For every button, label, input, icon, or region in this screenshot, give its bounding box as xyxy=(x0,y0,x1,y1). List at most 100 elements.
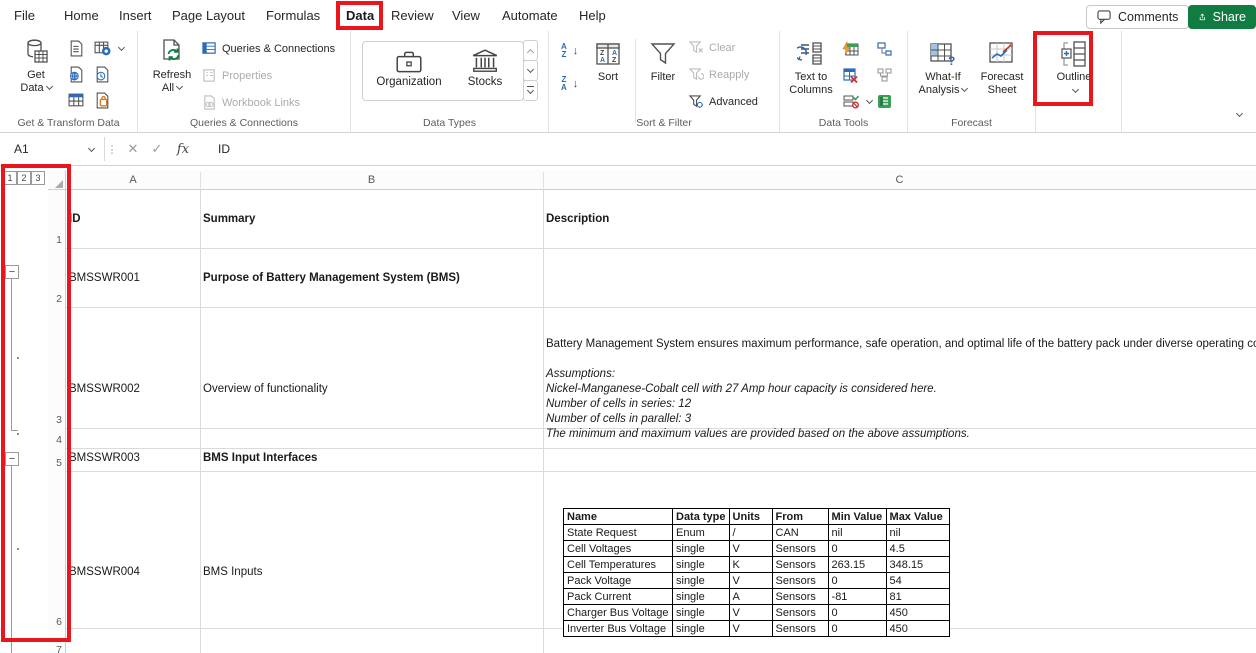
cell-a3[interactable]: BMSSWR002 xyxy=(69,383,140,395)
group-label-data-tools: Data Tools xyxy=(780,117,907,129)
sort-descending-button[interactable]: ZA↓ xyxy=(561,76,578,92)
text-to-columns-icon xyxy=(797,39,825,69)
tab-file[interactable]: File xyxy=(14,0,35,31)
cell-c3-line1[interactable]: Battery Management System ensures maximu… xyxy=(546,338,1256,350)
row-header-2[interactable]: 2 xyxy=(56,293,62,305)
tab-formulas[interactable]: Formulas xyxy=(266,0,320,31)
outline-level-1-button[interactable]: 1 xyxy=(3,171,17,185)
column-header-b[interactable]: B xyxy=(200,170,543,190)
row-header-1[interactable]: 1 xyxy=(56,234,62,246)
manage-data-model-button[interactable] xyxy=(876,93,893,110)
gallery-more-button[interactable] xyxy=(523,80,538,101)
collapse-ribbon-chevron[interactable] xyxy=(1236,110,1243,117)
comments-button[interactable]: Comments xyxy=(1086,5,1189,29)
bms-table-cell: nil xyxy=(886,525,949,541)
advanced-filter-button[interactable]: Advanced xyxy=(689,95,758,109)
bms-table-cell: Cell Temperatures xyxy=(564,557,673,573)
collapse-group-2-button[interactable]: − xyxy=(5,452,19,466)
insert-function-button[interactable]: fx xyxy=(172,137,194,161)
tab-home[interactable]: Home xyxy=(64,0,99,31)
cell-b6[interactable]: BMS Inputs xyxy=(203,566,262,578)
outline-level-2-button[interactable]: 2 xyxy=(17,171,31,185)
cell-b5[interactable]: BMS Input Interfaces xyxy=(203,452,317,464)
clear-filter-button[interactable]: Clear xyxy=(689,41,735,55)
queries-connections-button[interactable]: Queries & Connections xyxy=(202,41,335,56)
cell-a2[interactable]: BMSSWR001 xyxy=(69,272,140,284)
reapply-filter-label: Reapply xyxy=(709,69,749,81)
existing-connections-button[interactable] xyxy=(94,92,111,109)
properties-button[interactable]: Properties xyxy=(202,68,272,83)
row-header-7[interactable]: 7 xyxy=(56,644,62,653)
column-header-a[interactable]: A xyxy=(66,170,200,190)
bms-table-cell: 4.5 xyxy=(886,541,949,557)
bms-table-cell: 0 xyxy=(828,621,886,637)
stocks-bank-icon xyxy=(470,48,500,76)
tab-review[interactable]: Review xyxy=(391,0,434,31)
name-box[interactable]: A1 xyxy=(8,137,105,161)
row-header-5[interactable]: 5 xyxy=(56,457,62,469)
cell-b2[interactable]: Purpose of Battery Management System (BM… xyxy=(203,272,460,284)
remove-duplicates-button[interactable] xyxy=(842,67,859,84)
reapply-filter-button[interactable]: Reapply xyxy=(689,68,749,82)
outline-button[interactable]: Outline xyxy=(1046,39,1102,94)
tab-view[interactable]: View xyxy=(452,0,480,31)
cell-b1[interactable]: Summary xyxy=(203,213,255,225)
tab-help[interactable]: Help xyxy=(579,0,606,31)
confirm-entry-button[interactable]: ✓ xyxy=(146,137,168,161)
row-header-4[interactable]: 4 xyxy=(56,434,62,446)
workbook-links-button[interactable]: Workbook Links xyxy=(202,95,300,110)
consolidate-button[interactable] xyxy=(876,67,893,84)
filter-button[interactable]: Filter xyxy=(641,39,685,84)
outline-level-3-button[interactable]: 3 xyxy=(31,171,45,185)
forecast-sheet-button[interactable]: Forecast Sheet xyxy=(974,39,1030,97)
from-web-button[interactable] xyxy=(68,66,85,83)
gallery-scroll-up[interactable] xyxy=(523,40,538,61)
share-button[interactable]: Share xyxy=(1188,5,1256,29)
advanced-filter-icon xyxy=(689,95,704,109)
tab-insert[interactable]: Insert xyxy=(119,0,152,31)
formula-bar-content[interactable]: ID xyxy=(218,137,230,161)
get-data-button[interactable]: Get Data xyxy=(12,37,60,95)
refresh-all-button[interactable]: Refresh All xyxy=(146,37,198,95)
gridline xyxy=(200,190,201,653)
select-all-corner[interactable] xyxy=(48,170,66,190)
tab-page-layout[interactable]: Page Layout xyxy=(172,0,245,31)
row-header-3[interactable]: 3 xyxy=(56,414,62,426)
group-sort-filter: AZ↓ ZA↓ Z A A Z Sort xyxy=(549,31,780,132)
tab-automate[interactable]: Automate xyxy=(502,0,558,31)
collapse-group-1-button[interactable]: − xyxy=(5,265,19,279)
row-header-6[interactable]: 6 xyxy=(56,616,62,628)
bms-table-cell: State Request xyxy=(564,525,673,541)
data-type-stocks[interactable]: Stocks xyxy=(455,48,515,88)
bms-inputs-table[interactable]: NameData typeUnitsFromMin ValueMax Value… xyxy=(563,508,950,637)
group-get-transform-data: Get Data xyxy=(0,31,138,132)
row-headers: 1 2 3 4 5 6 7 xyxy=(48,190,66,653)
from-picture-button[interactable] xyxy=(94,40,124,57)
what-if-analysis-button[interactable]: ? What-If Analysis xyxy=(916,39,970,97)
bms-table-header: Data type xyxy=(673,509,730,525)
sort-label: Sort xyxy=(598,71,618,84)
cell-a1[interactable]: ID xyxy=(69,213,81,225)
cell-b3[interactable]: Overview of functionality xyxy=(203,383,328,395)
cell-c1[interactable]: Description xyxy=(546,213,609,225)
recent-sources-button[interactable] xyxy=(94,66,111,83)
text-to-columns-button[interactable]: Text to Columns xyxy=(786,39,836,97)
outline-bracket-line-1 xyxy=(11,279,12,431)
svg-text:Z: Z xyxy=(612,57,617,64)
data-type-organization[interactable]: Organization xyxy=(371,48,447,88)
column-header-c[interactable]: C xyxy=(543,170,1256,190)
cell-a6[interactable]: BMSSWR004 xyxy=(69,566,140,578)
flash-fill-button[interactable] xyxy=(842,41,859,58)
cell-a5[interactable]: BMSSWR003 xyxy=(69,452,140,464)
bms-table-cell: single xyxy=(673,605,730,621)
data-validation-button[interactable] xyxy=(842,93,872,110)
relationships-button[interactable] xyxy=(876,41,893,58)
divider xyxy=(635,39,636,123)
from-table-range-button[interactable] xyxy=(68,92,85,109)
sort-ascending-button[interactable]: AZ↓ xyxy=(561,43,578,59)
gallery-scroll-down[interactable] xyxy=(523,60,538,81)
cancel-entry-button[interactable]: ✕ xyxy=(122,137,144,161)
from-text-csv-button[interactable] xyxy=(68,40,85,57)
sort-button[interactable]: Z A A Z Sort xyxy=(587,39,629,84)
bms-table-cell: 0 xyxy=(828,605,886,621)
